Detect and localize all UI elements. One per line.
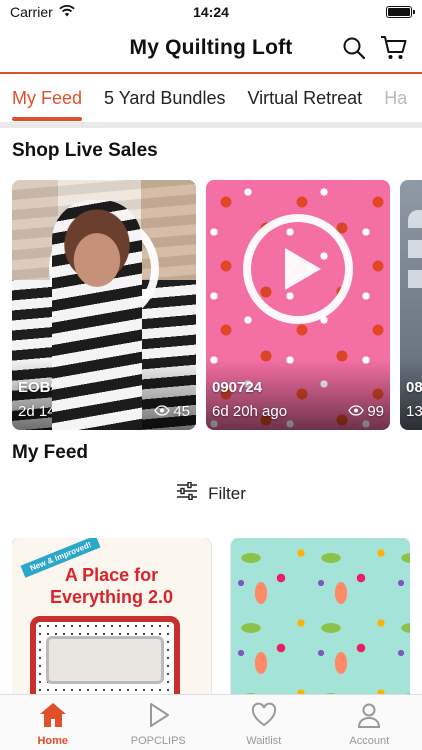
live-sale-age: 2d 14h ago <box>18 403 94 420</box>
search-icon[interactable] <box>340 34 368 62</box>
views-count: 99 <box>367 403 384 420</box>
feed-item[interactable] <box>231 538 410 696</box>
nav-home[interactable]: Home <box>0 695 106 750</box>
tab-my-feed[interactable]: My Feed <box>12 76 83 121</box>
nav-popclips-label: POPCLIPS <box>130 735 186 747</box>
views-count: 45 <box>173 403 190 420</box>
nav-popclips[interactable]: POPCLIPS <box>106 695 212 750</box>
bottom-nav: Home POPCLIPS Waitlist Account <box>0 694 422 750</box>
eye-icon <box>154 403 171 420</box>
nav-waitlist-label: Waitlist <box>246 735 282 747</box>
carrier-label: Carrier <box>10 4 53 20</box>
live-sale-card[interactable]: EOB91124 2d 14h ago 45 <box>12 180 196 430</box>
live-sale-code: 08 <box>406 379 422 396</box>
live-sale-age: 13 <box>406 403 422 420</box>
filter-button[interactable]: Filter <box>0 481 422 505</box>
tab-partial[interactable]: Ha <box>384 76 407 121</box>
nav-home-label: Home <box>37 735 69 747</box>
live-sale-views: 99 <box>348 403 384 420</box>
battery-icon <box>386 6 415 18</box>
feed-grid: New & Improved! A Place for Everything 2… <box>12 538 410 696</box>
feed-item-title: A Place for Everything 2.0 <box>49 565 174 607</box>
live-sale-age: 6d 20h ago <box>212 403 288 420</box>
live-sales-carousel[interactable]: EOB91124 2d 14h ago 45 090724 6d 20h ago… <box>12 180 422 430</box>
nav-waitlist[interactable]: Waitlist <box>211 695 317 750</box>
tab-virtual-retreat[interactable]: Virtual Retreat <box>247 76 362 121</box>
cart-icon[interactable] <box>380 34 408 62</box>
app-header: My Quilting Loft <box>0 26 422 70</box>
sliders-icon <box>176 481 198 505</box>
home-icon <box>38 701 68 732</box>
heart-icon <box>250 701 278 732</box>
category-tabs: My Feed 5 Yard Bundles Virtual Retreat H… <box>0 72 422 122</box>
eye-icon <box>348 403 365 420</box>
tab-5-yard-bundles[interactable]: 5 Yard Bundles <box>104 76 225 121</box>
feed-heading: My Feed <box>12 442 89 463</box>
live-sale-views: 45 <box>154 403 190 420</box>
filter-label: Filter <box>208 483 246 503</box>
nav-account-label: Account <box>349 735 390 747</box>
nav-account[interactable]: Account <box>317 695 422 750</box>
play-outline-icon <box>144 701 172 732</box>
tabs-divider <box>0 122 422 128</box>
play-icon[interactable] <box>243 214 353 324</box>
user-icon <box>355 701 383 732</box>
play-icon[interactable] <box>49 214 159 324</box>
wifi-icon <box>59 4 75 20</box>
live-sales-heading: Shop Live Sales <box>12 140 158 161</box>
product-image <box>30 616 180 696</box>
live-sale-code: 090724 <box>212 379 263 396</box>
live-sale-card[interactable]: 08 13 <box>400 180 422 430</box>
feed-item[interactable]: New & Improved! A Place for Everything 2… <box>12 538 211 696</box>
live-sale-card[interactable]: 090724 6d 20h ago 99 <box>206 180 390 430</box>
status-bar: Carrier 14:24 <box>0 0 422 24</box>
app-title: My Quilting Loft <box>129 36 293 59</box>
live-sale-code: EOB91124 <box>18 379 92 396</box>
